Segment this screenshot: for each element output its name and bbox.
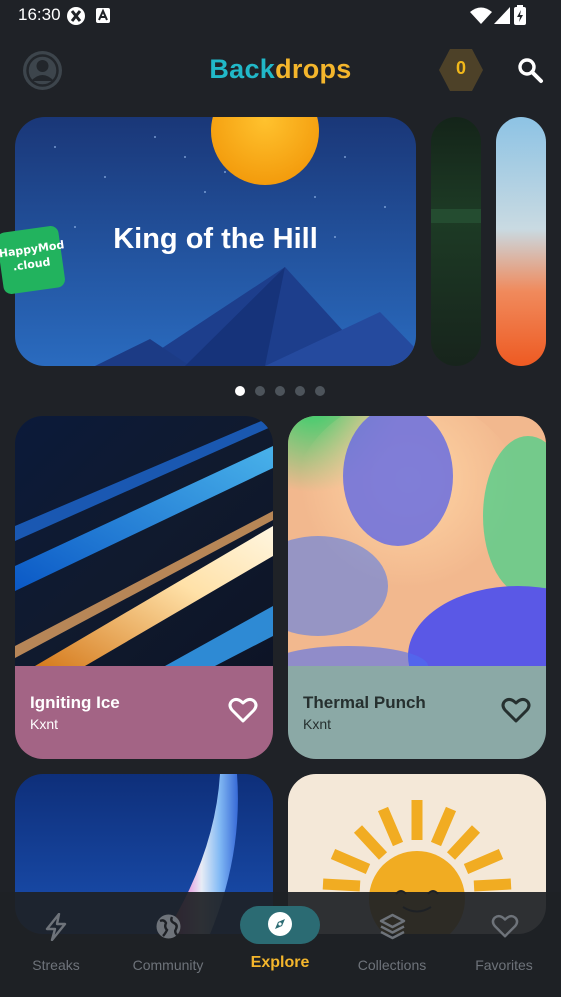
forest-artwork: [431, 117, 481, 366]
wallpaper-author: Kxnt: [303, 716, 332, 732]
wallpaper-author: Kxnt: [30, 716, 59, 732]
battery-icon: [514, 5, 526, 25]
globe-icon: [156, 914, 181, 939]
featured-wallpaper-card[interactable]: King of the Hill: [15, 117, 416, 366]
gradient-blob-artwork: [288, 416, 546, 666]
coin-count: 0: [455, 58, 466, 78]
wallpaper-info: Thermal Punch Kxnt: [288, 666, 546, 759]
pager-dot[interactable]: [275, 386, 285, 396]
nav-item-favorites[interactable]: Favorites: [448, 892, 560, 997]
bottom-navigation: Streaks Community Explore Collections Fa…: [0, 892, 561, 997]
nav-item-streaks[interactable]: Streaks: [0, 892, 112, 997]
pager-dot[interactable]: [295, 386, 305, 396]
heart-icon: [491, 914, 519, 938]
a-notification-icon: [96, 8, 110, 23]
featured-title: King of the Hill: [113, 223, 318, 255]
app-notification-icon: [67, 7, 85, 25]
layers-icon: [379, 913, 406, 940]
search-icon[interactable]: [517, 57, 544, 84]
wallpaper-card[interactable]: Thermal Punch Kxnt: [288, 416, 546, 759]
pager-dot[interactable]: [235, 386, 245, 396]
heart-icon[interactable]: [228, 696, 258, 724]
heart-icon[interactable]: [501, 696, 531, 724]
light-streaks-artwork: [15, 416, 273, 666]
compass-icon: [268, 912, 292, 936]
bolt-icon: [45, 913, 67, 941]
nav-item-community[interactable]: Community: [112, 892, 224, 997]
watermark-badge: HappyMod .cloud: [0, 224, 67, 296]
nav-item-collections[interactable]: Collections: [336, 892, 448, 997]
nav-item-explore[interactable]: Explore: [224, 892, 336, 997]
wallpaper-title: Igniting Ice: [30, 693, 120, 712]
wifi-icon: [470, 7, 492, 24]
cell-signal-icon: [494, 7, 510, 24]
carousel-card-forest[interactable]: [431, 117, 481, 366]
pager-dot[interactable]: [255, 386, 265, 396]
pager-dot[interactable]: [315, 386, 325, 396]
wallpaper-info: Igniting Ice Kxnt: [15, 666, 273, 759]
wallpaper-title: Thermal Punch: [303, 693, 426, 712]
ice-fire-artwork: [496, 117, 546, 366]
wallpaper-card[interactable]: Igniting Ice Kxnt: [15, 416, 273, 759]
status-time: 16:30: [18, 5, 61, 24]
carousel-card-abstract[interactable]: [496, 117, 546, 366]
status-bar: 16:30: [0, 0, 561, 32]
